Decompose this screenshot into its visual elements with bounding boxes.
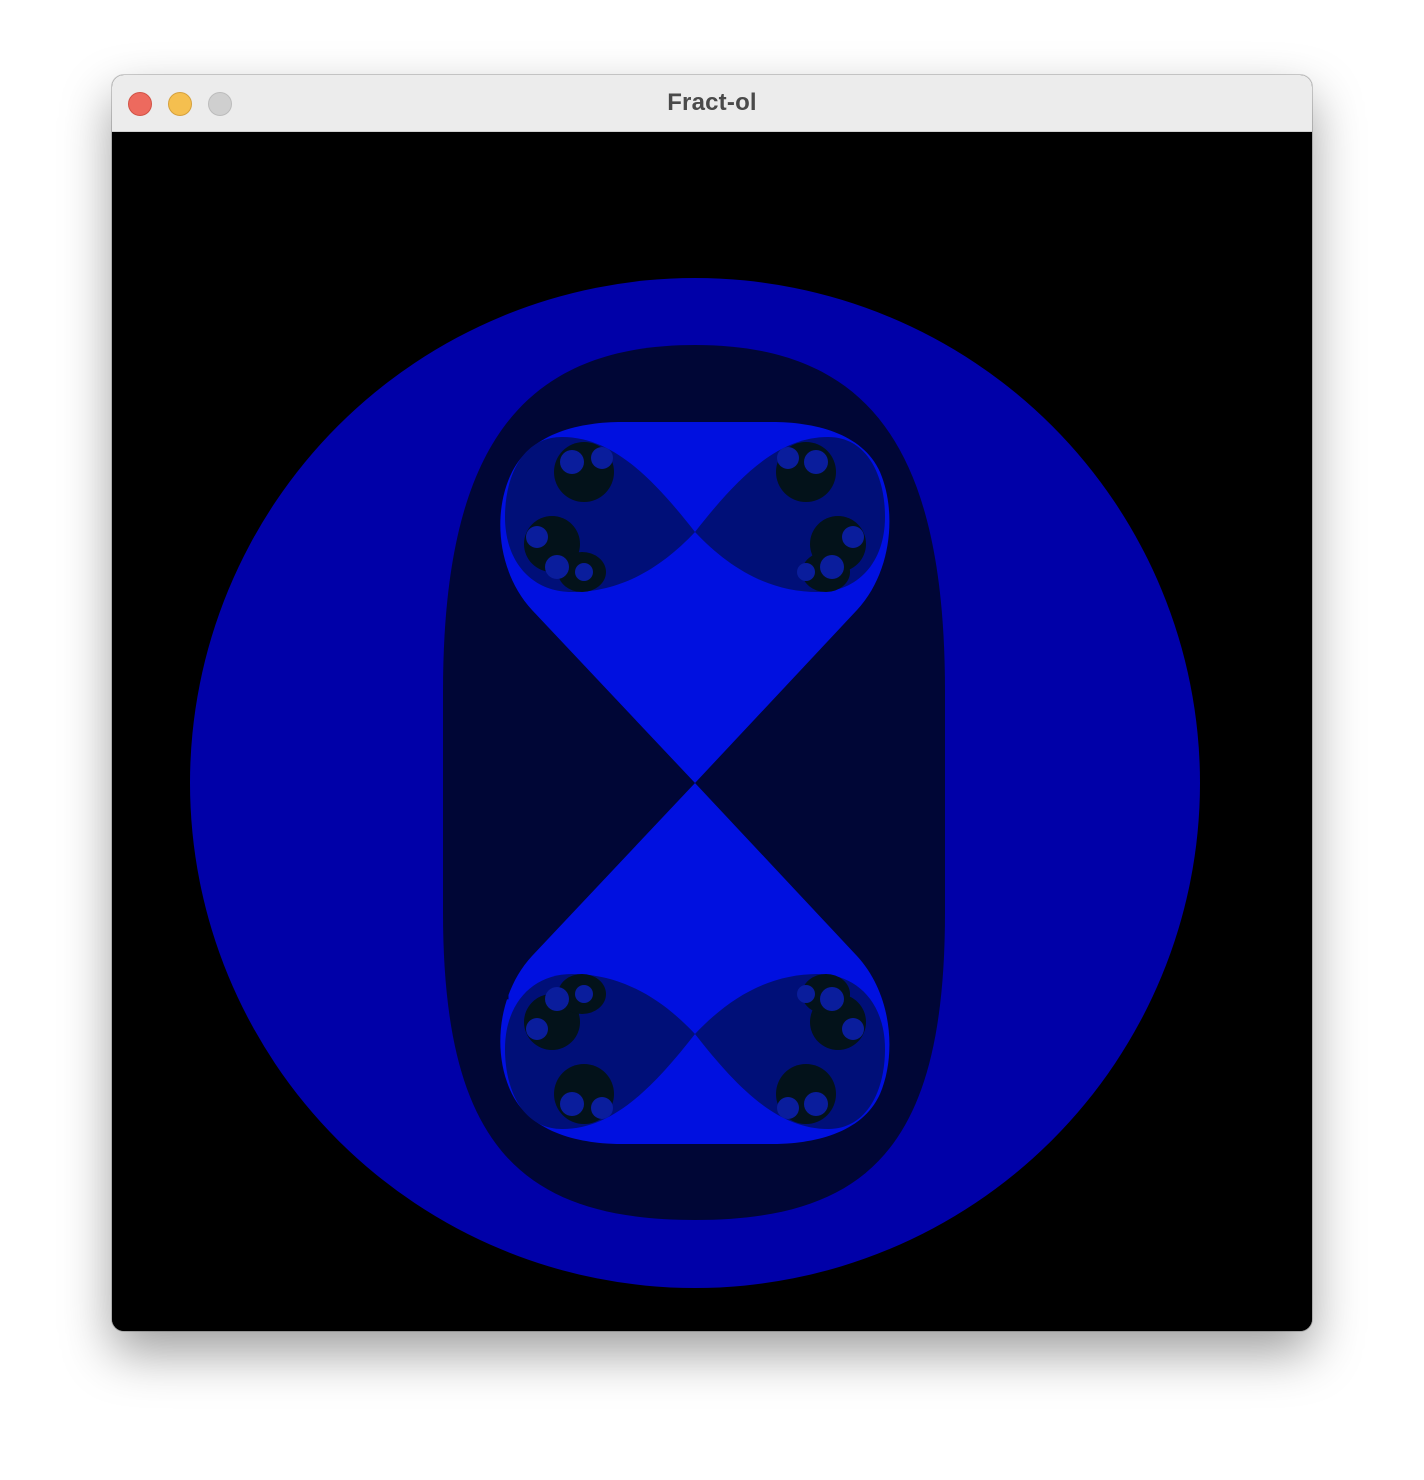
title-bar[interactable]: Fract-ol: [112, 75, 1312, 132]
fractal-canvas[interactable]: [112, 132, 1312, 1331]
app-window: Fract-ol: [112, 75, 1312, 1331]
fractal-render: [190, 278, 1200, 1288]
window-title: Fract-ol: [667, 89, 757, 116]
